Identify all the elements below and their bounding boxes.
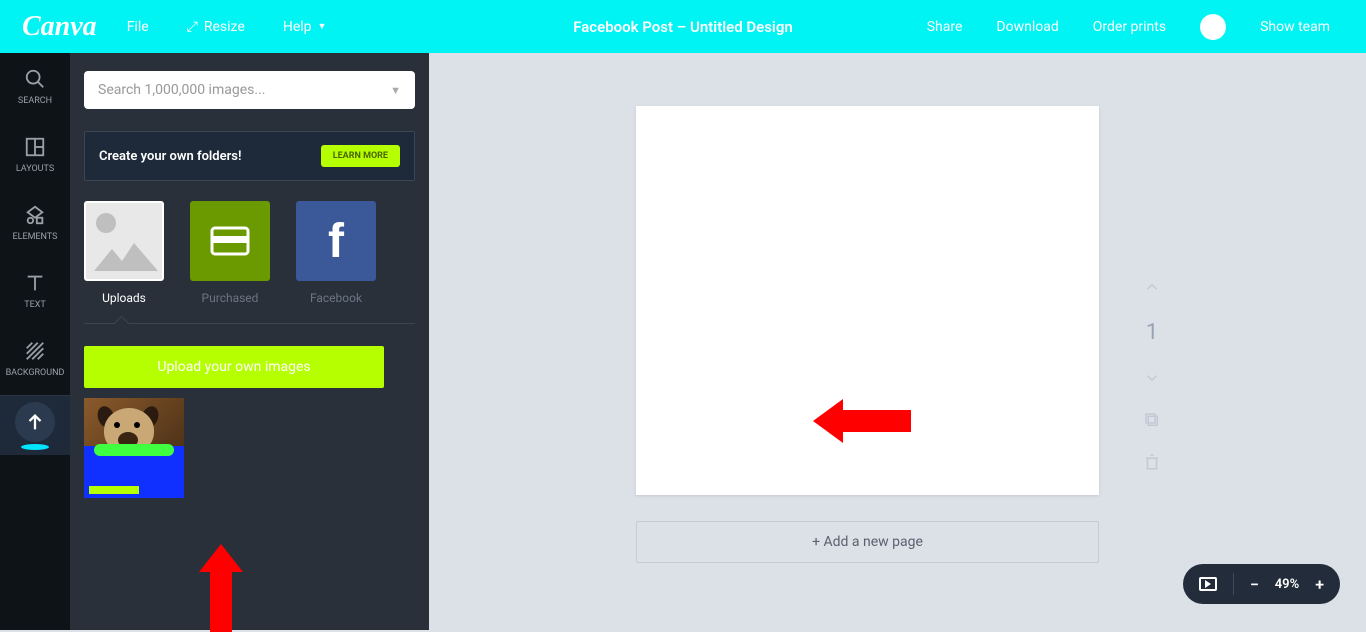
text-icon [24,272,46,294]
upload-swoosh-icon [21,444,49,450]
category-purchased[interactable]: Purchased [190,201,270,305]
search-input[interactable]: Search 1,000,000 images... ▼ [84,71,415,109]
resize-label: Resize [204,19,245,35]
trash-icon[interactable] [1143,453,1161,471]
sidebar-elements[interactable]: ELEMENTS [0,189,70,257]
search-placeholder: Search 1,000,000 images... [98,82,265,98]
sidebar-search-label: SEARCH [18,96,52,106]
learn-more-button[interactable]: LEARN MORE [321,145,400,167]
image-placeholder-sun-icon [96,213,116,233]
category-tabs: Uploads Purchased f Facebook [84,201,415,305]
sidebar-background[interactable]: BACKGROUND [0,325,70,393]
chevron-down-icon: ▼ [318,21,327,32]
folders-banner: Create your own folders! LEARN MORE [84,131,415,181]
side-panel: Search 1,000,000 images... ▼ Create your… [70,53,429,630]
help-label: Help [283,19,312,35]
divider [1233,573,1234,595]
category-uploads[interactable]: Uploads [84,201,164,305]
sidebar-layouts-label: LAYOUTS [16,164,54,174]
file-menu[interactable]: File [127,19,149,35]
sidebar-text[interactable]: TEXT [0,257,70,325]
zoom-value: 49% [1275,577,1299,592]
zoom-in-button[interactable]: + [1315,575,1324,594]
zoom-bar: − 49% + [1183,564,1340,604]
uploaded-image-thumb[interactable] [84,398,184,498]
elements-icon [24,204,46,226]
order-prints-button[interactable]: Order prints [1093,19,1166,35]
canvas-area: + Add a new page 1 [429,53,1366,630]
document-title[interactable]: Facebook Post – Untitled Design [573,18,793,36]
chevron-up-icon[interactable] [1143,278,1161,296]
left-iconbar: SEARCH LAYOUTS ELEMENTS TEXT BACKGROUND [0,53,70,630]
divider [84,323,415,324]
upload-images-button[interactable]: Upload your own images [84,346,384,388]
category-purchased-label: Purchased [202,291,259,305]
help-menu[interactable]: Help ▼ [283,19,327,35]
download-button[interactable]: Download [996,19,1058,35]
canva-logo[interactable]: Canva [22,11,97,43]
present-icon[interactable] [1199,577,1217,591]
folders-banner-text: Create your own folders! [99,149,241,164]
copy-page-icon[interactable] [1143,411,1161,429]
zoom-out-button[interactable]: − [1250,575,1259,594]
facebook-icon: f [328,214,344,269]
background-icon [24,340,46,362]
topbar-right: Share Download Order prints Show team [927,14,1330,40]
page-number: 1 [1146,320,1158,345]
sidebar-uploads[interactable] [0,395,70,455]
chevron-down-icon: ▼ [390,84,401,97]
image-placeholder-mountains-icon [94,241,158,271]
category-facebook[interactable]: f Facebook [296,201,376,305]
upload-icon [24,411,46,433]
category-uploads-label: Uploads [102,291,146,305]
search-icon [24,68,46,90]
chevron-down-icon[interactable] [1143,369,1161,387]
card-icon [210,226,250,256]
sidebar-background-label: BACKGROUND [6,368,65,378]
page-tools: 1 [1143,278,1161,471]
annotation-arrow-up [210,570,232,632]
share-button[interactable]: Share [927,19,963,35]
avatar[interactable] [1200,14,1226,40]
top-bar: Canva File ⤢ Resize Help ▼ Facebook Post… [0,0,1366,53]
show-team-button[interactable]: Show team [1260,19,1330,35]
canvas-page[interactable] [636,106,1099,495]
layouts-icon [24,136,46,158]
sidebar-text-label: TEXT [24,300,46,310]
resize-menu[interactable]: ⤢ Resize [187,19,245,35]
resize-icon: ⤢ [187,19,198,35]
sidebar-layouts[interactable]: LAYOUTS [0,121,70,189]
category-facebook-label: Facebook [310,291,362,305]
sidebar-search[interactable]: SEARCH [0,53,70,121]
add-page-button[interactable]: + Add a new page [636,521,1099,563]
sidebar-elements-label: ELEMENTS [13,232,58,242]
